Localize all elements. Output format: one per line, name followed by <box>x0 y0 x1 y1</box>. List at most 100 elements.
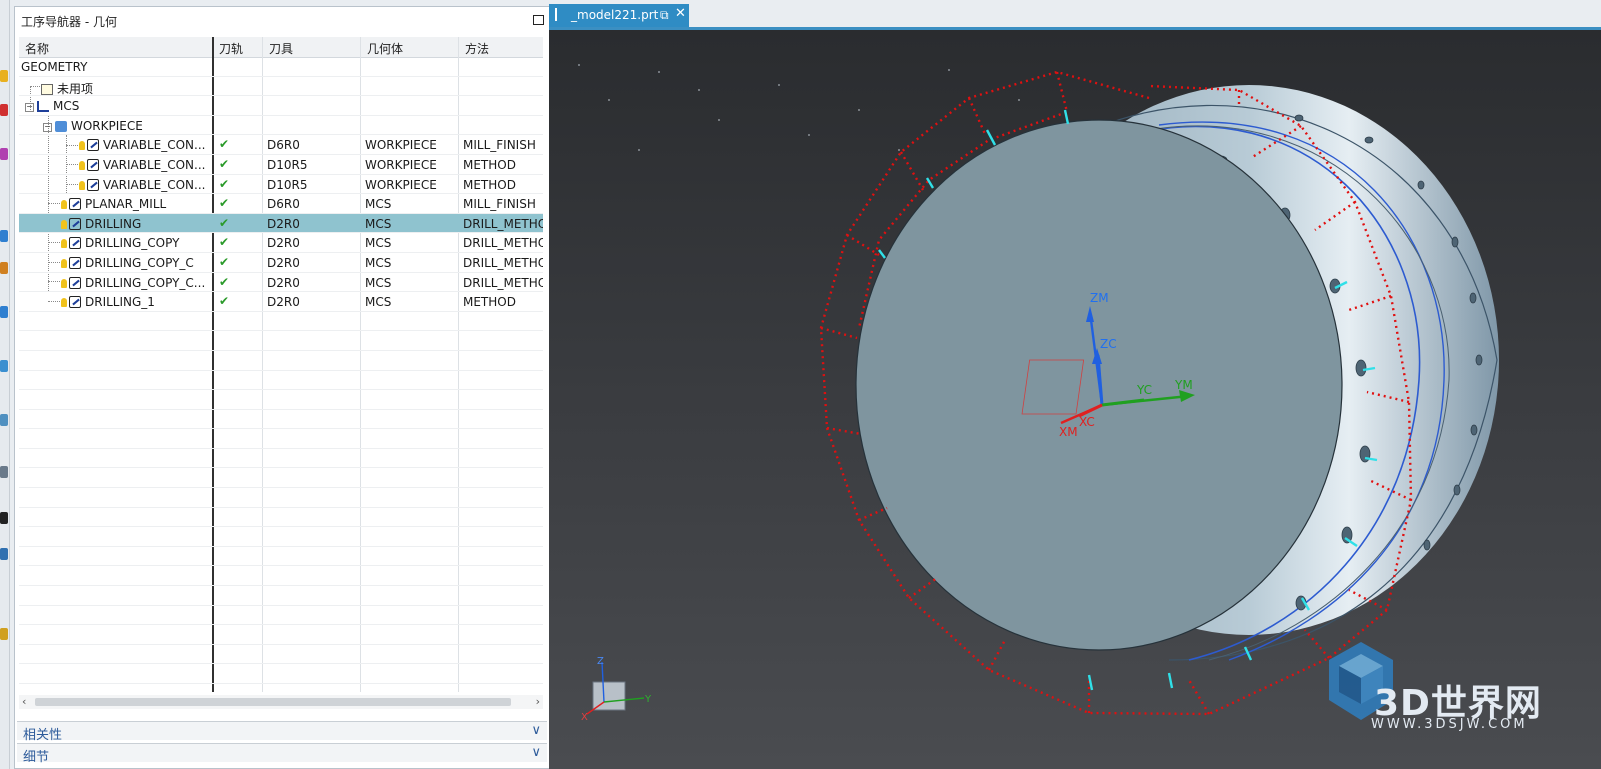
row-name: MCS <box>53 99 80 114</box>
row-tool: D2R0 <box>267 236 300 251</box>
horizontal-scrollbar[interactable]: ‹ › <box>19 695 543 709</box>
tree-row-operation[interactable]: VARIABLE_CON... ✔ D10R5 WORKPIECE METHOD <box>19 175 543 195</box>
row-tool: D10R5 <box>267 157 308 172</box>
workpiece-icon <box>55 120 67 132</box>
row-method: METHOD <box>463 295 516 310</box>
empty-row <box>19 547 543 567</box>
row-name: DRILLING_COPY_C... <box>85 275 206 290</box>
section-details[interactable]: 细节 ∨ <box>17 743 547 765</box>
web-icon[interactable] <box>0 360 8 372</box>
tree-row-operation[interactable]: PLANAR_MILL ✔ D6R0 MCS MILL_FINISH <box>19 194 543 214</box>
assembly-icon[interactable] <box>0 262 8 274</box>
empty-row <box>19 331 543 351</box>
collapse-icon[interactable]: − <box>25 103 34 113</box>
target-icon[interactable] <box>0 148 8 160</box>
collapse-icon[interactable]: − <box>43 122 52 132</box>
tab-model[interactable]: _model221.prt ⧉ ✕ <box>549 4 689 27</box>
axis-label-ym: YM <box>1174 378 1193 392</box>
row-name: GEOMETRY <box>21 60 88 74</box>
graphics-viewport[interactable]: ZM ZC YC YM XM XC Z Y X 3D世界网 WWW.3DSJW.… <box>549 30 1601 769</box>
history-icon[interactable] <box>0 414 8 426</box>
toolpath-check-icon: ✔ <box>219 274 230 289</box>
row-method: MILL_FINISH <box>463 138 536 153</box>
status-bulb-icon <box>61 239 67 249</box>
toolpath-check-icon: ✔ <box>219 176 230 191</box>
row-name: DRILLING_COPY <box>85 236 180 251</box>
empty-row <box>19 645 543 665</box>
empty-row <box>19 488 543 508</box>
status-bulb-icon <box>79 141 85 151</box>
empty-row <box>19 429 543 449</box>
drilling-icon <box>69 296 81 309</box>
section-label: 细节 <box>23 750 50 765</box>
clock-icon[interactable] <box>0 466 8 478</box>
empty-row <box>19 371 543 391</box>
row-method: MILL_FINISH <box>463 197 536 212</box>
tree-row-operation[interactable]: DRILLING_COPY_C ✔ D2R0 MCS DRILL_METHO <box>19 253 543 273</box>
chevron-down-icon[interactable]: ∨ <box>531 745 541 760</box>
row-geometry: WORKPIECE <box>365 157 437 172</box>
tool-icon[interactable] <box>0 70 8 82</box>
row-method: DRILL_METHO <box>463 216 543 231</box>
operation-icon[interactable] <box>0 104 8 116</box>
watermark-url: WWW.3DSJW.COM <box>1371 717 1528 732</box>
row-tool: D2R0 <box>267 216 300 231</box>
pointer-icon[interactable] <box>0 512 8 524</box>
empty-row <box>19 586 543 606</box>
toolpath-check-icon: ✔ <box>219 294 230 309</box>
tree-row-geometry[interactable]: GEOMETRY <box>19 57 543 77</box>
toolpath-check-icon: ✔ <box>219 156 230 171</box>
column-tool[interactable]: 刀具 <box>269 40 293 58</box>
triad-x-label: X <box>581 712 588 723</box>
scrollbar-thumb[interactable] <box>35 698 511 706</box>
tree-row-mcs[interactable]: − MCS <box>19 96 543 116</box>
operation-navigator: 工序导航器 - 几何 名称 刀轨 刀具 几何体 方法 GEOMETRY 未用项 <box>14 6 552 769</box>
tree-row-operation[interactable]: DRILLING_COPY_C... ✔ D2R0 MCS DRILL_METH… <box>19 273 543 293</box>
row-geometry: MCS <box>365 197 392 212</box>
row-method: DRILL_METHO <box>463 255 543 270</box>
view-triad[interactable]: Z Y X <box>581 656 652 723</box>
row-method: METHOD <box>463 157 516 172</box>
resource-bar <box>0 0 10 769</box>
scroll-left-icon[interactable]: ‹ <box>22 695 26 708</box>
row-tool: D10R5 <box>267 177 308 192</box>
column-geometry[interactable]: 几何体 <box>367 40 403 58</box>
operation-tree: GEOMETRY 未用项 − MCS − WORKPIECE VARIABLE_CO… <box>19 57 543 692</box>
role-icon[interactable] <box>0 548 8 560</box>
tree-row-operation[interactable]: DRILLING_1 ✔ D2R0 MCS METHOD <box>19 292 543 312</box>
column-toolpath[interactable]: 刀轨 <box>219 40 243 58</box>
axis-label-xc: XC <box>1079 415 1095 429</box>
section-dependencies[interactable]: 相关性 ∨ <box>17 721 547 743</box>
tree-row-operation[interactable]: VARIABLE_CON... ✔ D10R5 WORKPIECE METHOD <box>19 155 543 175</box>
status-bulb-icon <box>61 278 67 288</box>
tree-row-operation[interactable]: VARIABLE_CON... ✔ D6R0 WORKPIECE MILL_FI… <box>19 135 543 155</box>
tree-row-operation-selected[interactable]: DRILLING ✔ D2R0 MCS DRILL_METHO <box>19 213 543 234</box>
row-name: 未用项 <box>57 81 94 96</box>
background-dots <box>578 64 1020 151</box>
toolpath-check-icon: ✔ <box>219 235 230 250</box>
column-name[interactable]: 名称 <box>25 40 49 58</box>
scroll-right-icon[interactable]: › <box>536 695 540 708</box>
status-bulb-icon <box>61 200 67 210</box>
popout-icon[interactable]: ⧉ <box>660 8 669 23</box>
row-name: DRILLING_1 <box>85 295 155 310</box>
tree-row-workpiece[interactable]: − WORKPIECE <box>19 116 543 136</box>
empty-row <box>19 566 543 587</box>
tree-row-unused[interactable]: 未用项 <box>19 77 543 97</box>
view-icon[interactable] <box>0 306 8 318</box>
planar-mill-icon <box>69 198 81 211</box>
row-geometry: MCS <box>365 236 392 251</box>
palette-icon[interactable] <box>0 628 8 640</box>
status-bulb-icon <box>61 298 67 308</box>
close-icon[interactable]: ✕ <box>675 6 686 21</box>
part-icon[interactable] <box>0 230 8 242</box>
tree-row-operation[interactable]: DRILLING_COPY ✔ D2R0 MCS DRILL_METHO <box>19 233 543 253</box>
column-method[interactable]: 方法 <box>465 40 489 58</box>
row-geometry: WORKPIECE <box>365 177 437 192</box>
unused-items-icon <box>41 83 53 95</box>
toolpath-check-icon: ✔ <box>219 215 230 230</box>
toolpath-check-icon: ✔ <box>219 196 230 211</box>
chevron-down-icon[interactable]: ∨ <box>531 723 541 738</box>
drilling-icon <box>69 256 81 269</box>
maximize-icon[interactable] <box>533 15 544 25</box>
